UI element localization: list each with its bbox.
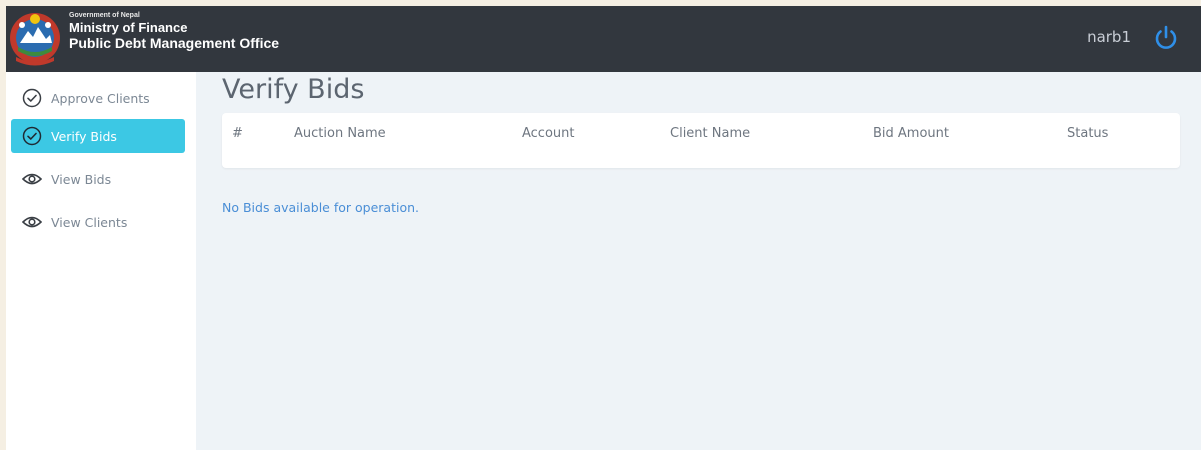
eye-icon xyxy=(21,211,43,233)
eye-icon xyxy=(21,168,43,190)
sidebar-item-label: View Bids xyxy=(51,171,112,187)
page-title: Verify Bids xyxy=(222,74,365,105)
sidebar: Approve Clients Verify Bids View Bids Vi… xyxy=(6,72,196,450)
column-header-account[interactable]: Account xyxy=(522,126,575,141)
main-content: Verify Bids # Auction Name Account Clien… xyxy=(196,72,1201,450)
org-government-label: Government of Nepal xyxy=(69,12,140,19)
sidebar-item-approve-clients[interactable]: Approve Clients xyxy=(11,81,185,115)
bids-table-header: # Auction Name Account Client Name Bid A… xyxy=(222,113,1180,168)
top-header: Government of Nepal Ministry of Finance … xyxy=(6,6,1201,72)
username-label[interactable]: narb1 xyxy=(1087,28,1131,46)
sidebar-item-view-clients[interactable]: View Clients xyxy=(11,205,185,239)
nepal-emblem-icon xyxy=(10,13,60,66)
sidebar-item-label: Approve Clients xyxy=(51,90,150,106)
column-header-status[interactable]: Status xyxy=(1067,126,1108,141)
sidebar-item-label: Verify Bids xyxy=(51,128,117,144)
column-header-client-name[interactable]: Client Name xyxy=(670,126,750,141)
column-header-auction-name[interactable]: Auction Name xyxy=(294,126,386,141)
empty-state-message: No Bids available for operation. xyxy=(222,200,419,215)
power-icon[interactable] xyxy=(1154,25,1178,51)
app-frame: Government of Nepal Ministry of Finance … xyxy=(6,6,1201,450)
check-circle-icon xyxy=(21,87,43,109)
sidebar-item-verify-bids[interactable]: Verify Bids xyxy=(11,119,185,153)
sidebar-item-view-bids[interactable]: View Bids xyxy=(11,162,185,196)
check-circle-icon xyxy=(21,125,43,147)
column-header-bid-amount[interactable]: Bid Amount xyxy=(873,126,949,141)
org-office-label: Public Debt Management Office xyxy=(69,34,280,51)
org-ministry-label: Ministry of Finance xyxy=(69,19,188,35)
column-header-index[interactable]: # xyxy=(232,126,243,141)
sidebar-item-label: View Clients xyxy=(51,214,128,230)
organization-title: Government of Nepal Ministry of Finance … xyxy=(69,12,279,51)
